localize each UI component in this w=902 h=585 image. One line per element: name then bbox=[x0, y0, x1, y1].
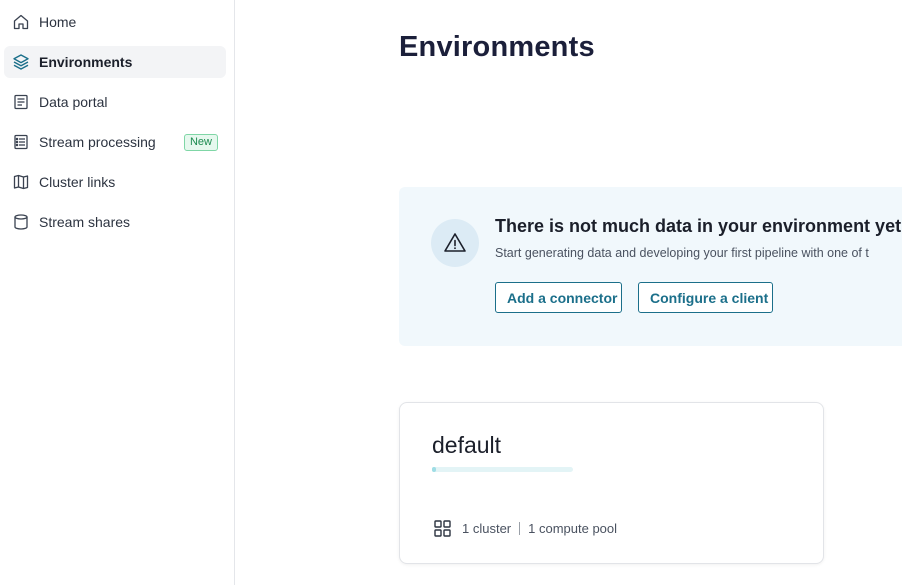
compute-pool-count: 1 compute pool bbox=[528, 521, 618, 536]
environment-name: default bbox=[432, 432, 502, 458]
app-root: Home Environments Data portal Stream pro… bbox=[0, 0, 902, 585]
configure-client-button[interactable]: Configure a client bbox=[638, 282, 773, 313]
sidebar-item-label: Stream processing bbox=[39, 134, 156, 150]
cluster-count: 1 cluster bbox=[462, 521, 512, 536]
sidebar-item-cluster-links[interactable]: Cluster links bbox=[4, 166, 226, 198]
layers-icon bbox=[12, 53, 30, 71]
sidebar-item-stream-processing[interactable]: Stream processing New bbox=[4, 126, 226, 158]
add-connector-button[interactable]: Add a connector bbox=[495, 282, 622, 313]
environment-progress-bar bbox=[432, 467, 573, 472]
sidebar-item-label: Stream shares bbox=[39, 214, 131, 230]
sidebar-item-label: Cluster links bbox=[39, 174, 116, 190]
grid-icon bbox=[433, 519, 452, 538]
environment-meta: 1 cluster 1 compute pool bbox=[433, 519, 617, 538]
meta-divider bbox=[519, 522, 521, 535]
environment-progress-marker bbox=[432, 467, 436, 472]
page-title: Environments bbox=[399, 31, 595, 63]
sidebar-item-label: Home bbox=[39, 14, 77, 30]
sidebar-item-label: Data portal bbox=[39, 94, 108, 110]
environment-card[interactable]: default 1 cluster 1 compute pool bbox=[399, 402, 824, 564]
empty-data-banner: There is not much data in your environme… bbox=[399, 187, 902, 346]
sidebar-item-data-portal[interactable]: Data portal bbox=[4, 86, 226, 118]
sidebar-item-label: Environments bbox=[39, 54, 133, 70]
map-icon bbox=[12, 173, 30, 191]
cylinder-icon bbox=[12, 213, 30, 231]
sidebar-item-home[interactable]: Home bbox=[4, 6, 226, 38]
sidebar-item-environments[interactable]: Environments bbox=[4, 46, 226, 78]
banner-subtitle: Start generating data and developing you… bbox=[495, 246, 869, 260]
home-icon bbox=[12, 13, 30, 31]
sidebar: Home Environments Data portal Stream pro… bbox=[0, 0, 235, 585]
warning-icon bbox=[431, 219, 479, 267]
new-badge: New bbox=[183, 134, 218, 151]
list-icon bbox=[12, 133, 30, 151]
banner-title: There is not much data in your environme… bbox=[495, 216, 902, 236]
document-icon bbox=[12, 93, 30, 111]
sidebar-item-stream-shares[interactable]: Stream shares bbox=[4, 206, 226, 238]
